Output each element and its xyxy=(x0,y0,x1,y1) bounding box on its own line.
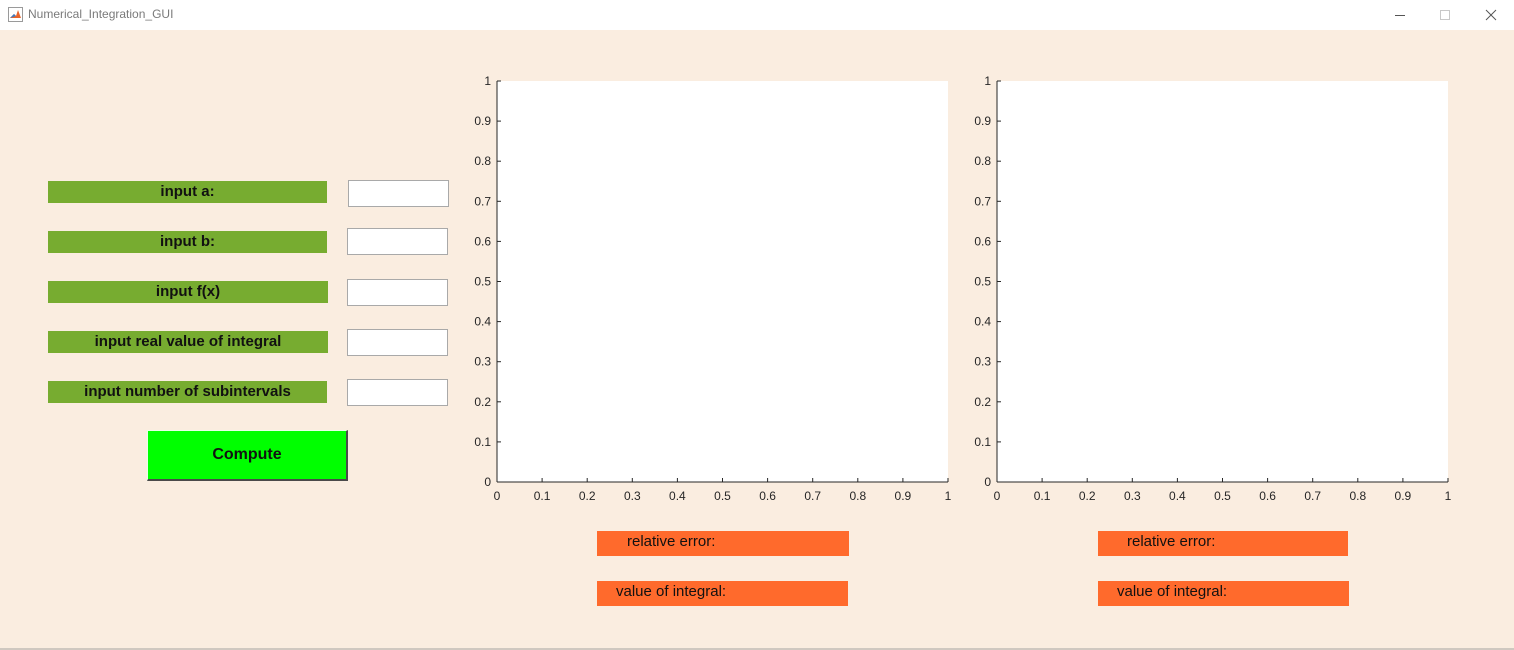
x-tick-label: 0.9 xyxy=(895,489,912,503)
x-tick-label: 0.8 xyxy=(1349,489,1366,503)
relative-error-label-1: relative error: xyxy=(597,531,849,556)
x-tick-label: 0.3 xyxy=(624,489,641,503)
x-tick-label: 0.5 xyxy=(714,489,731,503)
value-of-integral-label-2: value of integral: xyxy=(1098,581,1349,606)
y-tick-label: 0.8 xyxy=(974,154,991,168)
y-tick-label: 0.7 xyxy=(974,194,991,208)
close-button[interactable] xyxy=(1468,0,1514,30)
minimize-button[interactable] xyxy=(1377,0,1423,30)
title-bar: Numerical_Integration_GUI xyxy=(0,0,1514,31)
x-tick-label: 1 xyxy=(1445,489,1452,503)
plot-axes-1[interactable]: 0 0.1 0.2 0.3 0.4 0.5 0.6 0.7 0.8 0.9 1 0 0.1 0.2 0.3 0… xyxy=(460,70,960,510)
value-of-integral-label-1: value of integral: xyxy=(597,581,848,606)
y-tick-label: 0.3 xyxy=(974,355,991,369)
plot-area-1 xyxy=(497,81,948,482)
input-b-label: input b: xyxy=(48,231,327,253)
y-tick-label: 0.3 xyxy=(474,355,491,369)
window-title: Numerical_Integration_GUI xyxy=(28,7,174,21)
x-tick-label: 0 xyxy=(994,489,1001,503)
x-tick-label: 0.7 xyxy=(1304,489,1321,503)
close-icon xyxy=(1485,9,1497,21)
x-tick-label: 0.7 xyxy=(804,489,821,503)
plot-area-2 xyxy=(997,81,1448,482)
y-tick-label: 0.1 xyxy=(474,435,491,449)
y-tick-label: 0.6 xyxy=(974,234,991,248)
input-a-field[interactable] xyxy=(348,180,449,207)
x-tick-label: 0.8 xyxy=(849,489,866,503)
input-a-label: input a: xyxy=(48,181,327,203)
y-tick-label: 0.9 xyxy=(474,114,491,128)
input-fx-label: input f(x) xyxy=(48,281,328,303)
input-subintervals-field[interactable] xyxy=(347,379,448,406)
y-tick-label: 0.1 xyxy=(974,435,991,449)
y-tick-label: 0.9 xyxy=(974,114,991,128)
x-tick-label: 0.4 xyxy=(1169,489,1186,503)
plot-axes-2[interactable]: 0 0.1 0.2 0.3 0.4 0.5 0.6 0.7 0.8 0.9 1 0 0.1 0.2 0.3 0… xyxy=(960,70,1460,510)
maximize-icon xyxy=(1440,10,1450,20)
y-tick-label: 0.8 xyxy=(474,154,491,168)
x-tick-label: 0.2 xyxy=(579,489,596,503)
input-b-field[interactable] xyxy=(347,228,448,255)
y-tick-label: 0.2 xyxy=(974,395,991,409)
y-tick-label: 1 xyxy=(484,74,491,88)
minimize-icon xyxy=(1395,15,1405,16)
input-fx-field[interactable] xyxy=(347,279,448,306)
y-tick-label: 0.7 xyxy=(474,194,491,208)
y-tick-label: 0 xyxy=(984,475,991,489)
x-tick-label: 0.1 xyxy=(1034,489,1051,503)
compute-button[interactable]: Compute xyxy=(147,430,348,481)
input-subintervals-label: input number of subintervals xyxy=(48,381,327,403)
x-tick-label: 0.2 xyxy=(1079,489,1096,503)
relative-error-label-2: relative error: xyxy=(1098,531,1348,556)
y-tick-label: 0.4 xyxy=(974,315,991,329)
y-tick-label: 0 xyxy=(484,475,491,489)
maximize-button[interactable] xyxy=(1422,0,1468,30)
x-tick-label: 0.1 xyxy=(534,489,551,503)
x-tick-label: 1 xyxy=(945,489,952,503)
y-tick-label: 0.2 xyxy=(474,395,491,409)
x-tick-label: 0.4 xyxy=(669,489,686,503)
y-tick-label: 0.6 xyxy=(474,234,491,248)
x-tick-label: 0 xyxy=(494,489,501,503)
y-tick-label: 1 xyxy=(984,74,991,88)
x-tick-label: 0.3 xyxy=(1124,489,1141,503)
x-tick-label: 0.9 xyxy=(1395,489,1412,503)
x-tick-label: 0.5 xyxy=(1214,489,1231,503)
x-tick-label: 0.6 xyxy=(759,489,776,503)
input-real-value-field[interactable] xyxy=(347,329,448,356)
input-real-value-label: input real value of integral xyxy=(48,331,328,353)
y-tick-label: 0.5 xyxy=(974,275,991,289)
x-tick-label: 0.6 xyxy=(1259,489,1276,503)
y-tick-label: 0.5 xyxy=(474,275,491,289)
matlab-app-icon xyxy=(8,7,23,22)
y-tick-label: 0.4 xyxy=(474,315,491,329)
